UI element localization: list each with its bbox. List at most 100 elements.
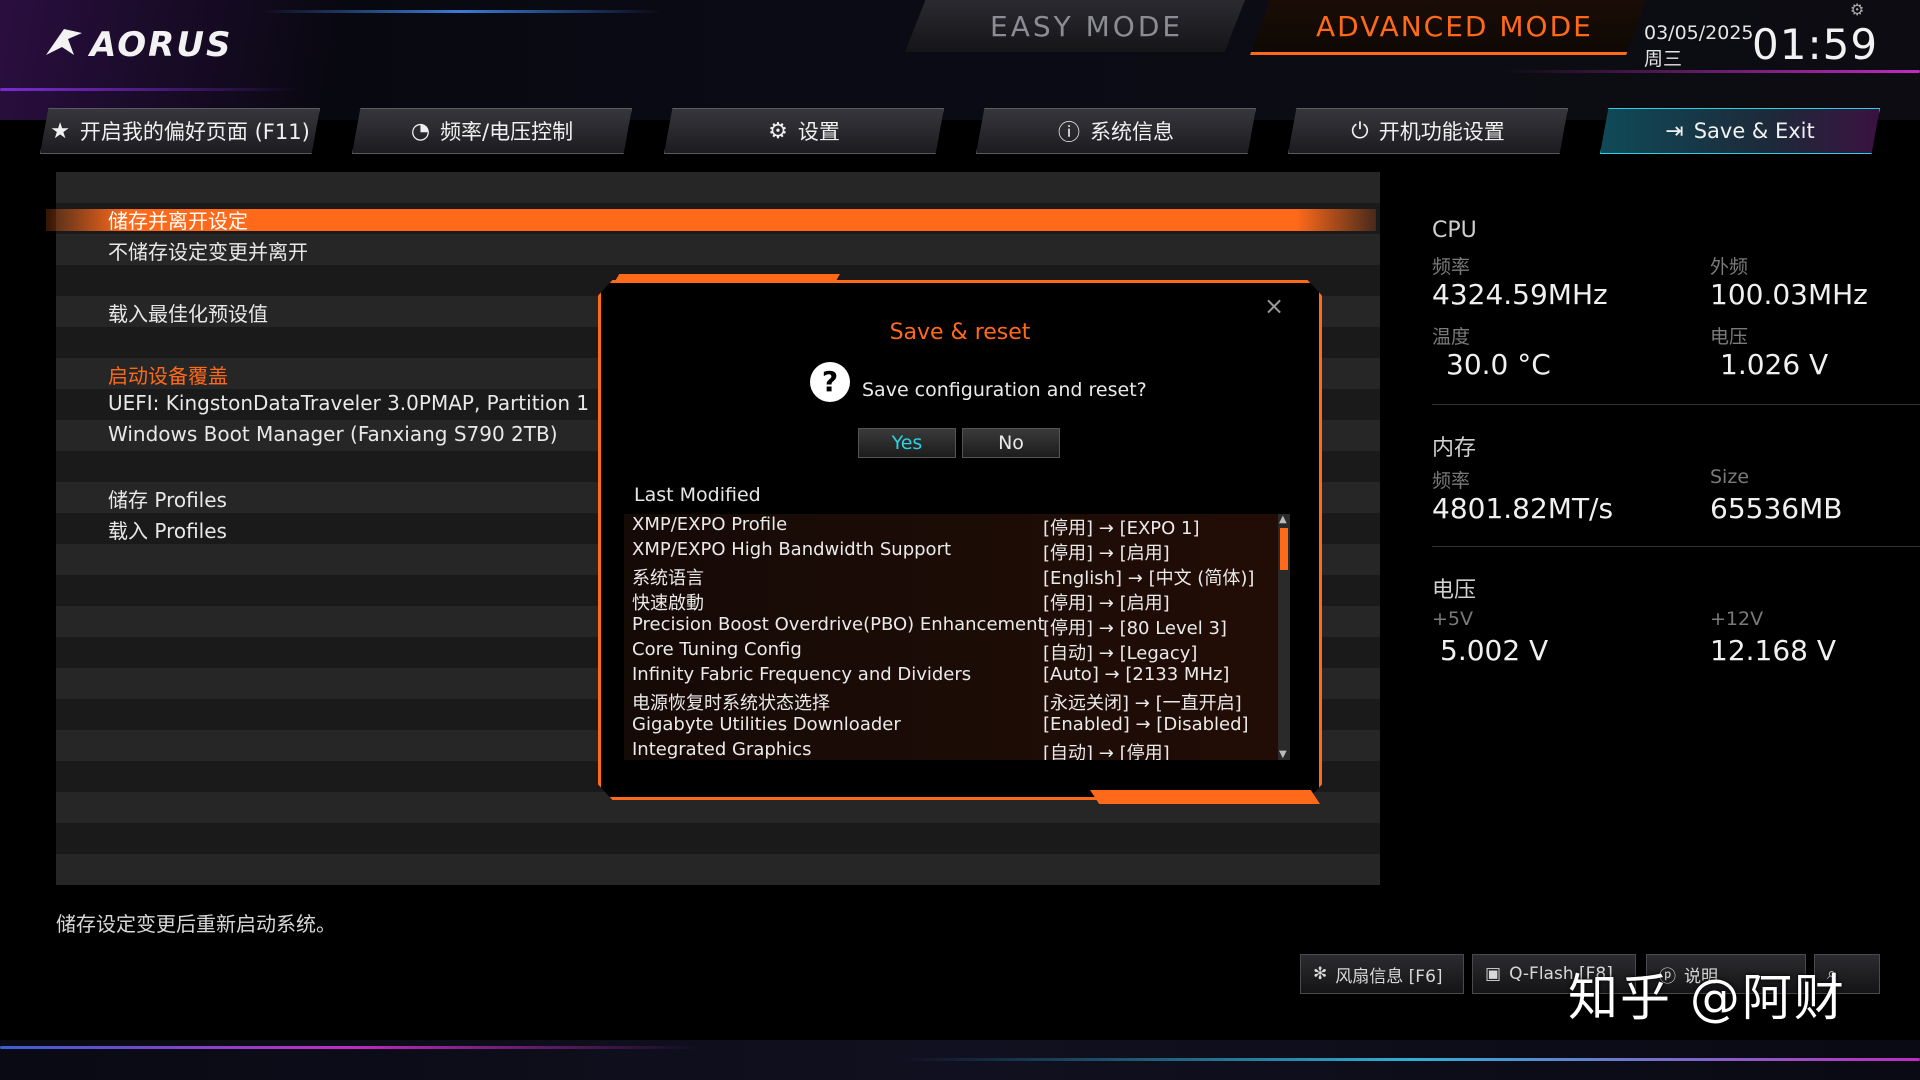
change-value: [停用] → [80 Level 3] bbox=[1043, 618, 1227, 639]
nav-label: 开启我的偏好页面 (F11) bbox=[79, 120, 310, 144]
divider bbox=[1432, 546, 1920, 547]
nav-boot[interactable]: ⏻ 开机功能设置 bbox=[1288, 108, 1568, 154]
chip-icon: ▣ bbox=[1485, 964, 1502, 984]
fan-label: 风扇信息 [F6] bbox=[1335, 966, 1443, 987]
dialog-title: Save & reset bbox=[889, 320, 1031, 345]
help-description: 储存设定变更后重新启动系统。 bbox=[56, 912, 336, 936]
advanced-mode-tab[interactable]: ADVANCED MODE bbox=[1250, 0, 1646, 55]
cpu-title: CPU bbox=[1432, 218, 1477, 243]
yes-button[interactable]: Yes bbox=[858, 428, 956, 458]
change-value: [自动] → [停用] bbox=[1043, 743, 1170, 760]
star-page-icon: ★ bbox=[50, 118, 70, 144]
change-value: [停用] → [启用] bbox=[1043, 593, 1170, 614]
settings-gear-icon[interactable]: ⚙ bbox=[1850, 0, 1864, 19]
scroll-down-icon[interactable]: ▼ bbox=[1279, 749, 1287, 760]
date-display: 03/05/2025 周三 bbox=[1644, 20, 1754, 72]
changes-scrollbar[interactable]: ▲ ▼ bbox=[1278, 514, 1290, 760]
change-value: [English] → [中文 (简体)] bbox=[1043, 568, 1255, 589]
menu-section-boot-override: 启动设备覆盖 bbox=[108, 364, 228, 388]
mem-freq-label: 频率 bbox=[1432, 470, 1471, 492]
scroll-thumb[interactable] bbox=[1280, 528, 1288, 570]
change-value: [停用] → [启用] bbox=[1043, 543, 1170, 564]
weekday: 周三 bbox=[1644, 48, 1683, 70]
modal-accent-bottom bbox=[1090, 790, 1320, 804]
menu-item-save-profiles[interactable]: 储存 Profiles bbox=[108, 484, 227, 513]
logo-text: AORUS bbox=[90, 25, 233, 65]
decorative-streak bbox=[260, 10, 660, 13]
change-name: Gigabyte Utilities Downloader bbox=[632, 714, 901, 735]
fan-info-button[interactable]: ✻ 风扇信息 [F6] bbox=[1300, 954, 1464, 994]
mem-freq-value: 4801.82MT/s bbox=[1432, 492, 1614, 525]
divider bbox=[1432, 404, 1920, 405]
scroll-up-icon[interactable]: ▲ bbox=[1279, 514, 1287, 525]
v12-label: +12V bbox=[1710, 608, 1764, 630]
change-name: 系统语言 bbox=[632, 568, 704, 589]
nav-tweaker[interactable]: ◔ 频率/电压控制 bbox=[352, 108, 632, 154]
advanced-mode-label: ADVANCED MODE bbox=[1316, 10, 1593, 43]
clock: 01:59 bbox=[1752, 20, 1879, 69]
decorative-streak bbox=[0, 88, 300, 91]
question-icon: ? bbox=[810, 362, 850, 402]
watermark: 知乎 @阿财 bbox=[1568, 969, 1846, 1027]
fan-icon: ✻ bbox=[1313, 964, 1328, 984]
cpu-temp-label: 温度 bbox=[1432, 326, 1471, 348]
v5-value: 5.002 V bbox=[1440, 634, 1549, 667]
nav-save-exit[interactable]: ⇥ Save & Exit bbox=[1600, 108, 1880, 154]
changes-list[interactable]: XMP/EXPO Profile [停用] → [EXPO 1] XMP/EXP… bbox=[624, 514, 1284, 760]
aorus-logo: AORUS bbox=[44, 22, 232, 68]
menu-item-boot-windows[interactable]: Windows Boot Manager (Fanxiang S790 2TB) bbox=[108, 422, 558, 446]
menu-item-discard-exit[interactable]: 不储存设定变更并离开 bbox=[108, 236, 308, 265]
nav-label: Save & Exit bbox=[1693, 119, 1815, 143]
decorative-streak bbox=[900, 1058, 1920, 1061]
nav-settings[interactable]: ⚙ 设置 bbox=[664, 108, 944, 154]
change-name: 快速啟動 bbox=[632, 593, 704, 614]
gear-icon: ⚙ bbox=[768, 118, 788, 144]
dialog-question: Save configuration and reset? bbox=[862, 379, 1147, 401]
gauge-icon: ◔ bbox=[410, 118, 431, 144]
menu-item-save-exit[interactable]: 储存并离开设定 bbox=[108, 205, 248, 234]
date: 03/05/2025 bbox=[1644, 22, 1754, 44]
easy-mode-label: EASY MODE bbox=[990, 10, 1184, 43]
nav-label: 开机功能设置 bbox=[1378, 120, 1505, 144]
voltage-title: 电压 bbox=[1432, 578, 1477, 603]
change-value: [Enabled] → [Disabled] bbox=[1043, 714, 1249, 735]
cpu-bclk-label: 外频 bbox=[1710, 256, 1749, 278]
change-value: [永远关闭] → [一直开启] bbox=[1043, 693, 1242, 714]
v5-label: +5V bbox=[1432, 608, 1474, 630]
change-value: [自动] → [Legacy] bbox=[1043, 643, 1198, 664]
change-name: XMP/EXPO High Bandwidth Support bbox=[632, 539, 952, 560]
change-value: [Auto] → [2133 MHz] bbox=[1043, 664, 1230, 685]
nav-my-favorites[interactable]: ★ 开启我的偏好页面 (F11) bbox=[40, 108, 320, 154]
nav-system-info[interactable]: ⓘ 系统信息 bbox=[976, 108, 1256, 154]
close-icon[interactable]: × bbox=[1264, 292, 1284, 320]
last-modified-label: Last Modified bbox=[634, 484, 761, 506]
easy-mode-tab[interactable]: EASY MODE bbox=[905, 0, 1245, 52]
change-name: Precision Boost Overdrive(PBO) Enhanceme… bbox=[632, 614, 1045, 635]
change-name: Integrated Graphics bbox=[632, 739, 812, 760]
cpu-volt-label: 电压 bbox=[1710, 326, 1749, 348]
cpu-bclk-value: 100.03MHz bbox=[1710, 278, 1868, 311]
change-name: Core Tuning Config bbox=[632, 639, 802, 660]
decorative-streak bbox=[0, 1046, 700, 1049]
no-button[interactable]: No bbox=[962, 428, 1060, 458]
cpu-freq-value: 4324.59MHz bbox=[1432, 278, 1608, 311]
menu-item-boot-uefi-kingston[interactable]: UEFI: KingstonDataTraveler 3.0PMAP, Part… bbox=[108, 391, 589, 415]
exit-icon: ⇥ bbox=[1665, 118, 1684, 144]
cpu-freq-label: 频率 bbox=[1432, 256, 1471, 278]
cpu-temp-value: 30.0 °C bbox=[1446, 348, 1551, 381]
menu-item-load-defaults[interactable]: 载入最佳化预设值 bbox=[108, 298, 268, 327]
aorus-eagle-icon bbox=[46, 29, 82, 55]
cpu-volt-value: 1.026 V bbox=[1720, 348, 1829, 381]
power-icon: ⏻ bbox=[1351, 118, 1369, 144]
change-value: [停用] → [EXPO 1] bbox=[1043, 518, 1200, 539]
nav-label: 频率/电压控制 bbox=[440, 120, 574, 144]
change-name: XMP/EXPO Profile bbox=[632, 514, 788, 535]
change-name: 电源恢复时系统状态选择 bbox=[632, 693, 830, 714]
nav-label: 设置 bbox=[797, 120, 840, 144]
mem-size-label: Size bbox=[1710, 466, 1750, 488]
v12-value: 12.168 V bbox=[1710, 634, 1837, 667]
info-icon: ⓘ bbox=[1057, 121, 1080, 146]
memory-title: 内存 bbox=[1432, 436, 1477, 461]
change-name: Infinity Fabric Frequency and Dividers bbox=[632, 664, 972, 685]
menu-item-load-profiles[interactable]: 载入 Profiles bbox=[108, 515, 227, 544]
